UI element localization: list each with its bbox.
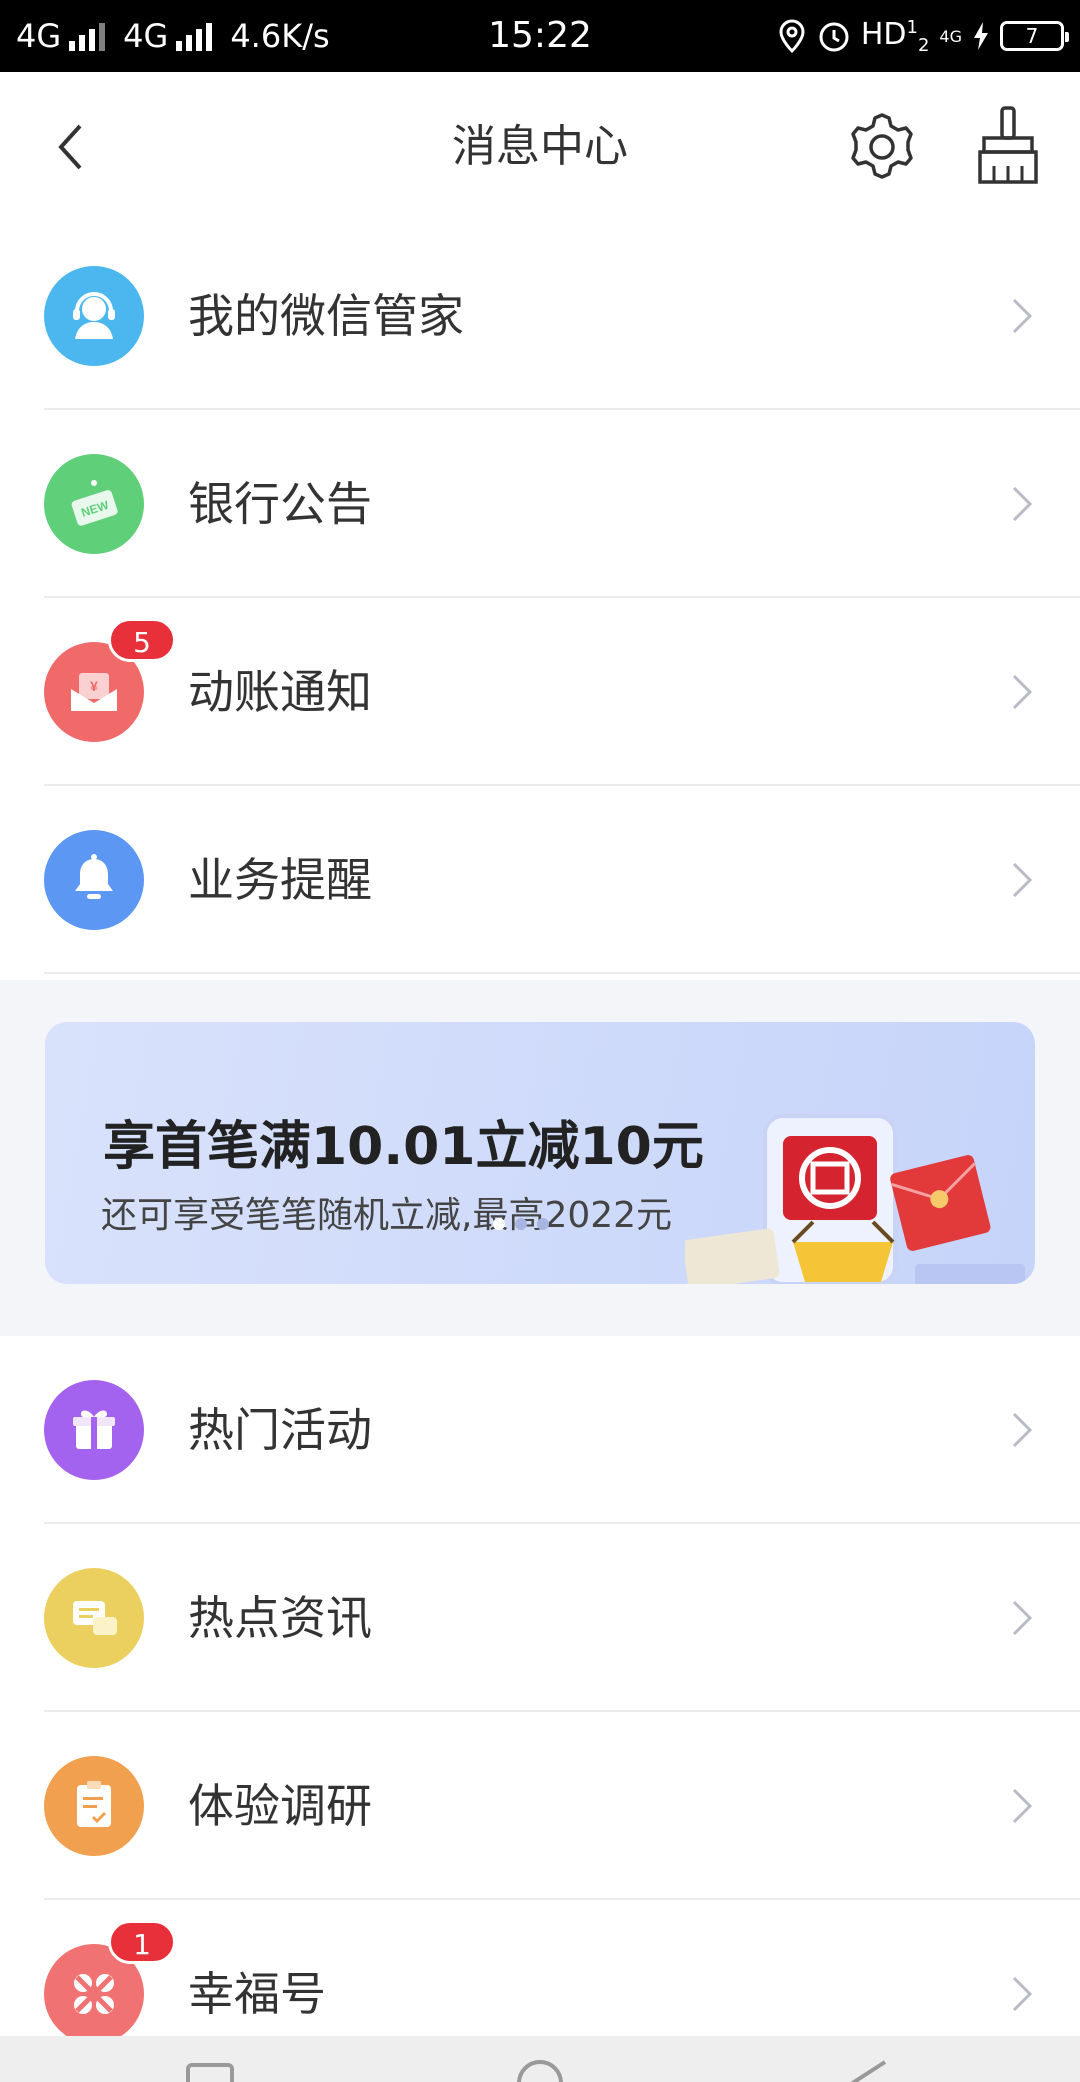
chevron-right-icon [1012, 298, 1033, 334]
back-nav-icon[interactable] [845, 2060, 895, 2082]
list-item-account-notice[interactable]: ¥ 5 动账通知 [0, 598, 1080, 786]
network-small: 4G [939, 26, 962, 46]
chevron-right-icon [1012, 862, 1033, 898]
gear-icon [851, 113, 913, 179]
item-label: 我的微信管家 [188, 289, 464, 343]
carousel-dot [515, 1218, 527, 1230]
unread-badge: 1 [108, 1920, 176, 1964]
list-item-hot-news[interactable]: 热点资讯 [0, 1524, 1080, 1712]
broom-icon [978, 106, 1038, 184]
clipboard-check-icon [44, 1756, 144, 1856]
chevron-right-icon [1012, 1600, 1033, 1636]
chat-bubbles-icon [44, 1568, 144, 1668]
carousel-indicator [493, 1218, 549, 1230]
list-item-bank-notice[interactable]: NEW 银行公告 [0, 410, 1080, 598]
status-right: HD12 4G 7 [777, 0, 1069, 72]
divider [44, 972, 1080, 974]
system-nav-bar [0, 2036, 1080, 2082]
item-label: 银行公告 [188, 477, 372, 531]
alarm-icon [819, 22, 849, 52]
banner-section: 享首笔满10.01立减10元 还可享受笔笔随机立减,最高2022元 [0, 980, 1080, 1336]
recent-apps-icon[interactable] [185, 2062, 235, 2082]
carousel-dot [537, 1218, 549, 1230]
bell-icon [44, 830, 144, 930]
banner-subtitle: 还可享受笔笔随机立减,最高2022元 [101, 1195, 673, 1236]
hd-indicator: HD12 [860, 16, 930, 56]
settings-button[interactable] [844, 109, 920, 185]
header-bar: 消息中心 [0, 72, 1080, 222]
promo-banner[interactable]: 享首笔满10.01立减10元 还可享受笔笔随机立减,最高2022元 [45, 1022, 1035, 1284]
status-bar: 4G 4G 4.6K/s 15:22 HD12 4G 7 [0, 0, 1080, 72]
list-item-happiness[interactable]: 1 幸福号 [0, 1900, 1080, 2044]
unread-badge: 5 [108, 618, 176, 662]
list-item-hot-activities[interactable]: 热门活动 [0, 1336, 1080, 1524]
item-label: 体验调研 [188, 1779, 372, 1833]
item-label: 业务提醒 [188, 853, 372, 907]
list-item-wechat-manager[interactable]: 我的微信管家 [0, 222, 1080, 410]
item-label: 热点资讯 [188, 1591, 372, 1645]
list-item-survey[interactable]: 体验调研 [0, 1712, 1080, 1900]
chevron-right-icon [1012, 1976, 1033, 2012]
clear-messages-button[interactable] [970, 104, 1046, 190]
location-icon [779, 19, 805, 53]
home-icon[interactable] [515, 2058, 565, 2082]
chevron-right-icon [1012, 1412, 1033, 1448]
charging-icon [974, 22, 988, 50]
item-label: 热门活动 [188, 1403, 372, 1457]
battery-icon: 7 [1000, 21, 1069, 51]
chevron-right-icon [1012, 674, 1033, 710]
carousel-dot-active [493, 1218, 505, 1230]
new-sign-icon: NEW [44, 454, 144, 554]
item-label: 动账通知 [188, 665, 372, 719]
list-item-business-reminder[interactable]: 业务提醒 [0, 786, 1080, 974]
promo-illustration [685, 1114, 1025, 1284]
chevron-right-icon [1012, 486, 1033, 522]
gift-icon [44, 1380, 144, 1480]
customer-service-icon [44, 266, 144, 366]
svg-text:¥: ¥ [90, 678, 98, 694]
banner-title: 享首笔满10.01立减10元 [103, 1117, 704, 1177]
chevron-right-icon [1012, 1788, 1033, 1824]
